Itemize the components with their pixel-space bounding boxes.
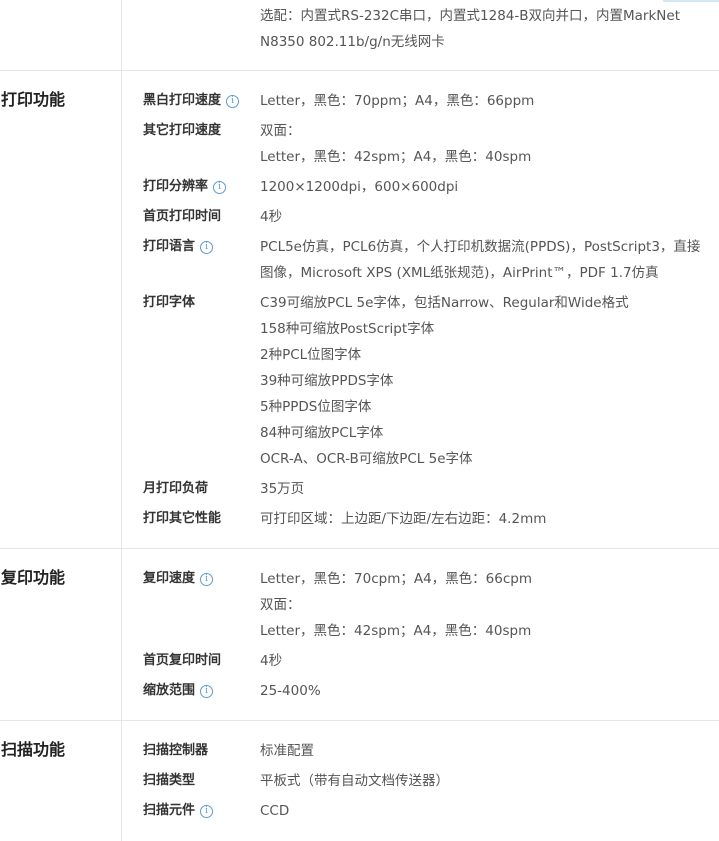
spec-row: 扫描类型 平板式（带有自动文档传送器） [122,768,719,794]
spec-value: 可打印区域：上边距/下边距/左右边距：4.2mm [260,506,719,532]
info-circle-icon[interactable]: i [200,685,214,698]
spec-value: CCD [260,798,719,824]
spec-value-line: 4秒 [260,209,283,225]
spec-value-line: Letter，黑色：42spm；A4，黑色：40spm [260,623,532,639]
spec-value-line: 标准配置 [260,743,314,759]
spec-label: 打印语言 [143,239,196,254]
info-circle-icon[interactable]: i [200,573,214,586]
spec-value-line: PCL5e仿真，PCL6仿真，个人打印机数据流(PPDS)，PostScript… [260,239,701,281]
info-circle-icon[interactable]: i [226,95,240,108]
spec-row: 黑白打印速度 i Letter，黑色：70ppm；A4，黑色：66ppm [122,88,719,114]
spec-value: Letter，黑色：70ppm；A4，黑色：66ppm [260,88,719,114]
spec-row: 首页打印时间 4秒 [122,204,719,230]
spec-value-line: 25-400% [260,683,321,699]
spec-value-line: C39可缩放PCL 5e字体，包括Narrow、Regular和Wide格式 [260,295,629,311]
spec-label: 扫描类型 [143,773,196,788]
section-title: 复印功能 [1,568,66,587]
spec-value: 平板式（带有自动文档传送器） [260,768,719,794]
spec-label: 缩放范围 [143,683,196,698]
section-copy: 复印功能 复印速度 i Letter，黑色：70cpm；A4，黑色：66cpm 双面：… [0,549,719,721]
spec-row: 缩放范围 i 25-400% [122,678,719,704]
spec-value: 标准配置 [260,738,719,764]
spec-value: 35万页 [260,476,719,502]
spec-value-line: OCR-A、OCR-B可缩放PCL 5e字体 [260,451,473,467]
spec-row: 月打印负荷 35万页 [122,476,719,502]
spec-row-connectivity-options: 选配：内置式RS-232C串口，内置式1284-B双向并口，内置MarkNet … [122,3,719,55]
spec-value-line: 35万页 [260,481,305,497]
spec-value: 4秒 [260,204,719,230]
spec-label: 首页复印时间 [143,653,222,668]
spec-value-line: 4秒 [260,653,283,669]
spec-value: Letter，黑色：70cpm；A4，黑色：66cpm 双面： Letter，黑色：… [260,566,719,644]
spec-value-line: Letter，黑色：70ppm；A4，黑色：66ppm [260,93,535,109]
spec-value-line: 5种PPDS位图字体 [260,399,372,415]
spec-value-line: CCD [260,803,290,819]
info-circle-icon[interactable]: i [200,241,214,254]
spec-label: 扫描控制器 [143,743,209,758]
spec-value: 25-400% [260,678,719,704]
section-title: 打印功能 [1,90,66,109]
spec-row: 扫描元件 i CCD [122,798,719,824]
spec-label: 月打印负荷 [143,481,209,496]
spec-value-line: 平板式（带有自动文档传送器） [260,773,449,789]
spec-value-line: 39种可缩放PPDS字体 [260,373,394,389]
spec-row: 打印语言 i PCL5e仿真，PCL6仿真，个人打印机数据流(PPDS)，PostS… [122,234,719,286]
spec-value: PCL5e仿真，PCL6仿真，个人打印机数据流(PPDS)，PostScript… [260,234,719,286]
spec-label: 复印速度 [143,571,196,586]
spec-value: 1200×1200dpi，600×600dpi [260,174,719,200]
spec-label: 打印分辨率 [143,179,209,194]
section-scan: 扫描功能 扫描控制器 标准配置扫描类型 平板式（带有自动文档传送器） 扫描元件 i CCD [0,721,719,841]
spec-value-line: Letter，黑色：42spm；A4，黑色：40spm [260,149,532,165]
spec-label: 黑白打印速度 [143,93,222,108]
spec-value: C39可缩放PCL 5e字体，包括Narrow、Regular和Wide格式 15… [260,290,719,472]
spec-label: 打印字体 [143,295,196,310]
spec-row: 首页复印时间 4秒 [122,648,719,674]
spec-value-line: 可打印区域：上边距/下边距/左右边距：4.2mm [260,511,547,527]
spec-row: 打印字体 C39可缩放PCL 5e字体，包括Narrow、Regular和Wide… [122,290,719,472]
spec-label: 首页打印时间 [143,209,222,224]
spec-value-line: 双面： [260,123,301,139]
spec-row: 复印速度 i Letter，黑色：70cpm；A4，黑色：66cpm 双面： Lette… [122,566,719,644]
section-print: 打印功能 黑白打印速度 i Letter，黑色：70ppm；A4，黑色：66ppm 其… [0,71,719,549]
spec-value-line: 选配：内置式RS-232C串口，内置式1284-B双向并口，内置MarkNet … [260,8,680,50]
spec-value-line: 2种PCL位图字体 [260,347,362,363]
spec-label: 打印其它性能 [143,511,222,526]
info-circle-icon[interactable]: i [200,805,214,818]
spec-table: 选配：内置式RS-232C串口，内置式1284-B双向并口，内置MarkNet … [0,0,719,841]
spec-value: 双面： Letter，黑色：42spm；A4，黑色：40spm [260,118,719,170]
spec-value-line: Letter，黑色：70cpm；A4，黑色：66cpm [260,571,532,587]
spec-row: 打印其它性能 可打印区域：上边距/下边距/左右边距：4.2mm [122,506,719,532]
spec-row: 扫描控制器 标准配置 [122,738,719,764]
section-connectivity: 选配：内置式RS-232C串口，内置式1284-B双向并口，内置MarkNet … [0,0,719,71]
spec-value-line: 1200×1200dpi，600×600dpi [260,179,459,195]
spec-value: 选配：内置式RS-232C串口，内置式1284-B双向并口，内置MarkNet … [260,3,719,55]
spec-value: 4秒 [260,648,719,674]
spec-label: 其它打印速度 [143,123,222,138]
spec-row: 打印分辨率 i 1200×1200dpi，600×600dpi [122,174,719,200]
section-title: 扫描功能 [1,740,66,759]
spec-value-line: 双面： [260,597,301,613]
spec-row: 其它打印速度 双面： Letter，黑色：42spm；A4，黑色：40spm [122,118,719,170]
spec-value-line: 158种可缩放PostScript字体 [260,321,435,337]
spec-label: 扫描元件 [143,803,196,818]
info-circle-icon[interactable]: i [213,181,227,194]
spec-value-line: 84种可缩放PCL字体 [260,425,384,441]
